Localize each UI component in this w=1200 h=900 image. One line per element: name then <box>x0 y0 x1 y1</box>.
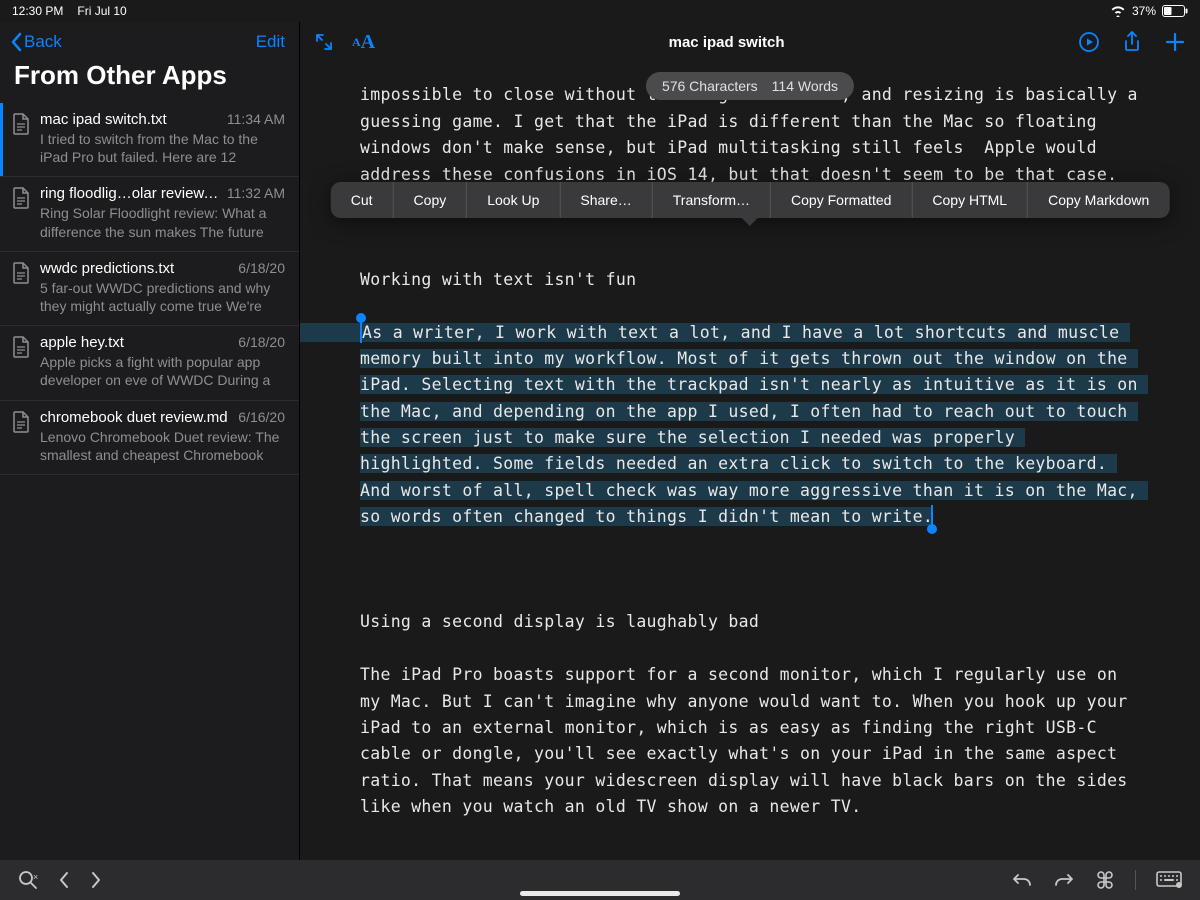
document-icon <box>12 336 30 389</box>
status-time: 12:30 PM <box>12 4 63 18</box>
share-icon[interactable] <box>1122 30 1142 54</box>
context-menu-item[interactable]: Copy Formatted <box>771 182 912 218</box>
file-preview: I tried to switch from the Mac to the iP… <box>40 130 285 166</box>
prev-icon[interactable] <box>58 871 70 889</box>
file-preview: 5 far-out WWDC predictions and why they … <box>40 279 285 315</box>
word-count: 114 Words <box>772 78 838 94</box>
sidebar: Back Edit From Other Apps mac ipad switc… <box>0 22 300 860</box>
chevron-left-icon <box>10 32 22 52</box>
heading: Working with text isn't fun <box>360 270 636 289</box>
document-title: mac ipad switch <box>393 34 1060 51</box>
file-preview: Ring Solar Floodlight review: What a dif… <box>40 204 285 240</box>
file-name: ring floodlig…olar review.txt <box>40 185 219 202</box>
file-list[interactable]: mac ipad switch.txt 11:34 AM I tried to … <box>0 103 299 860</box>
file-item[interactable]: mac ipad switch.txt 11:34 AM I tried to … <box>0 103 299 177</box>
context-menu-item[interactable]: Copy <box>394 182 468 218</box>
redo-icon[interactable] <box>1053 871 1075 889</box>
command-icon[interactable] <box>1095 870 1115 890</box>
undo-icon[interactable] <box>1011 871 1033 889</box>
edit-button[interactable]: Edit <box>256 32 285 52</box>
file-time: 6/18/20 <box>238 334 285 350</box>
file-preview: Lenovo Chromebook Duet review: The small… <box>40 428 285 464</box>
sidebar-title: From Other Apps <box>0 58 299 103</box>
battery-icon <box>1162 5 1188 17</box>
text-size-icon[interactable]: AA <box>352 31 375 54</box>
status-date: Fri Jul 10 <box>77 4 126 18</box>
expand-icon[interactable] <box>314 32 334 52</box>
svg-text:×: × <box>33 872 38 882</box>
file-name: mac ipad switch.txt <box>40 111 219 128</box>
status-bar: 12:30 PM Fri Jul 10 37% <box>0 0 1200 22</box>
file-time: 6/18/20 <box>238 260 285 276</box>
file-time: 11:32 AM <box>227 185 285 201</box>
context-menu-item[interactable]: Cut <box>331 182 394 218</box>
file-item[interactable]: apple hey.txt 6/18/20 Apple picks a figh… <box>0 326 299 400</box>
context-menu-item[interactable]: Copy Markdown <box>1028 182 1169 218</box>
document-icon <box>12 113 30 166</box>
char-count: 576 Characters <box>662 78 758 94</box>
context-menu-item[interactable]: Transform… <box>653 182 771 218</box>
next-icon[interactable] <box>90 871 102 889</box>
keyboard-icon[interactable] <box>1156 871 1182 889</box>
heading: Using a second display is laughably bad <box>360 612 759 631</box>
context-menu-item[interactable]: Share… <box>560 182 652 218</box>
file-item[interactable]: chromebook duet review.md 6/16/20 Lenovo… <box>0 401 299 475</box>
search-icon[interactable]: × <box>18 870 38 890</box>
back-label: Back <box>24 32 62 52</box>
divider <box>1135 870 1136 890</box>
document-icon <box>12 187 30 240</box>
battery-percent: 37% <box>1132 4 1156 18</box>
back-button[interactable]: Back <box>10 32 62 52</box>
file-time: 11:34 AM <box>227 111 285 127</box>
file-time: 6/16/20 <box>238 409 285 425</box>
preview-icon[interactable] <box>1078 31 1100 53</box>
file-preview: Apple picks a fight with popular app dev… <box>40 353 285 389</box>
file-item[interactable]: ring floodlig…olar review.txt 11:32 AM R… <box>0 177 299 251</box>
context-menu-item[interactable]: Look Up <box>467 182 560 218</box>
file-name: chromebook duet review.md <box>40 409 230 426</box>
add-icon[interactable] <box>1164 31 1186 53</box>
editor-pane: AA mac ipad switch 576 Characters 114 Wo… <box>300 22 1200 860</box>
selected-text: As a writer, I work with text a lot, and… <box>360 323 1148 527</box>
document-icon <box>12 411 30 464</box>
file-name: wwdc predictions.txt <box>40 260 230 277</box>
paragraph: The iPad Pro boasts support for a second… <box>360 665 1138 816</box>
stats-pill: 576 Characters 114 Words <box>646 72 854 100</box>
document-icon <box>12 262 30 315</box>
file-name: apple hey.txt <box>40 334 230 351</box>
file-item[interactable]: wwdc predictions.txt 6/18/20 5 far-out W… <box>0 252 299 326</box>
wifi-icon <box>1110 5 1126 17</box>
text-context-menu: CutCopyLook UpShare…Transform…Copy Forma… <box>331 182 1170 218</box>
home-indicator[interactable] <box>520 891 680 896</box>
context-menu-item[interactable]: Copy HTML <box>912 182 1028 218</box>
editor-toolbar: AA mac ipad switch <box>300 22 1200 62</box>
